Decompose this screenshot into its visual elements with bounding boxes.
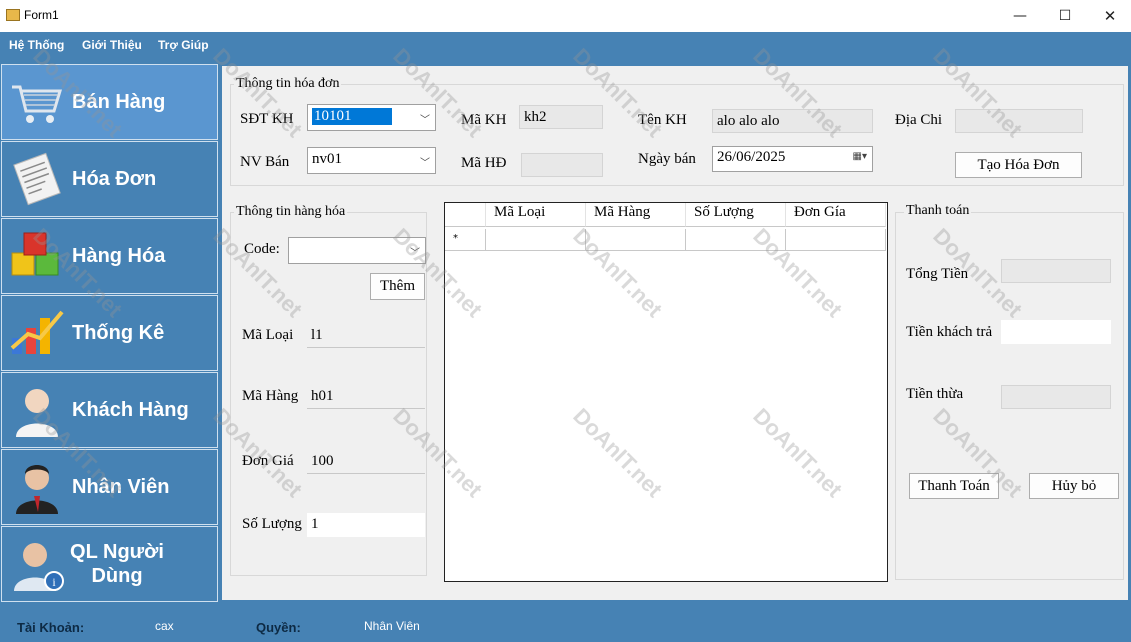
sdt-value: 10101 xyxy=(312,108,392,125)
paid-label: Tiền khách trả xyxy=(906,324,993,340)
column-header-ma-loai[interactable]: Mã Loại xyxy=(486,203,586,227)
boxes-icon xyxy=(11,232,59,276)
cancel-button[interactable]: Hủy bỏ xyxy=(1029,473,1119,499)
makh-field[interactable]: kh2 xyxy=(519,105,603,129)
chart-icon xyxy=(10,310,64,354)
mahd-label: Mã HĐ xyxy=(461,155,507,171)
diachi-label: Địa Chi xyxy=(895,112,943,128)
nvban-combo[interactable]: nv01 ﹀ xyxy=(307,147,436,174)
account-label: Tài Khoản: xyxy=(17,620,85,635)
sdt-label: SĐT KH xyxy=(240,111,294,127)
pay-button[interactable]: Thanh Toán xyxy=(909,473,999,499)
paid-field[interactable] xyxy=(1001,320,1111,344)
goods-info-title: Thông tin hàng hóa xyxy=(234,204,348,220)
invoice-info-title: Thông tin hóa đơn xyxy=(234,76,342,92)
nav-label: Thống Kê xyxy=(72,321,165,344)
sdt-combo[interactable]: 10101 ﹀ xyxy=(307,104,436,131)
nav-khach-hang[interactable]: Khách Hàng xyxy=(1,372,218,448)
makh-label: Mã KH xyxy=(461,112,507,128)
ngayban-value: 26/06/2025 xyxy=(717,149,786,165)
menu-bar: Hệ Thống Giới Thiệu Trợ Giúp xyxy=(0,32,1131,60)
menu-he-thong[interactable]: Hệ Thống xyxy=(9,38,64,52)
nav-ban-hang[interactable]: Bán Hàng xyxy=(1,64,218,140)
table-cell[interactable] xyxy=(586,229,686,251)
table-cell[interactable] xyxy=(486,229,586,251)
nav-label: Hàng Hóa xyxy=(72,244,166,267)
chevron-down-icon[interactable]: ﹀ xyxy=(420,154,430,169)
title-bar: Form1 — ☐ ✕ xyxy=(0,0,1131,32)
nav-label: Nhân Viên xyxy=(72,475,170,498)
soluong-field[interactable]: 1 xyxy=(307,513,425,537)
table-row[interactable]: * xyxy=(445,229,887,251)
menu-tro-giup[interactable]: Trợ Giúp xyxy=(158,38,209,52)
nav-thong-ke[interactable]: Thống Kê xyxy=(1,295,218,371)
mahang-field[interactable]: h01 xyxy=(307,385,425,409)
grid-corner xyxy=(445,203,486,227)
nav-label: QL Người Dùng xyxy=(70,541,164,587)
nav-label: Bán Hàng xyxy=(72,90,166,113)
change-field[interactable] xyxy=(1001,385,1111,409)
close-button[interactable]: ✕ xyxy=(1087,0,1131,32)
diachi-field[interactable] xyxy=(955,109,1083,133)
change-label: Tiền thừa xyxy=(906,386,964,402)
shopping-cart-icon xyxy=(12,85,63,123)
app-icon xyxy=(6,9,20,21)
maloai-field[interactable]: l1 xyxy=(307,324,425,348)
chevron-down-icon[interactable]: ﹀ xyxy=(410,244,420,259)
dongia-label: Đơn Giá xyxy=(242,453,294,469)
code-label: Code: xyxy=(244,241,280,257)
mahang-label: Mã Hàng xyxy=(242,388,299,404)
nvban-label: NV Bán xyxy=(240,154,290,170)
soluong-label: Số Lượng xyxy=(242,516,302,532)
mahd-field[interactable] xyxy=(521,153,603,177)
role-value: Nhân Viên xyxy=(364,619,420,633)
column-header-ma-hang[interactable]: Mã Hàng xyxy=(586,203,686,227)
dongia-field[interactable]: 100 xyxy=(307,450,425,474)
ngayban-date-picker[interactable]: 26/06/2025 ▦▾ xyxy=(712,146,873,172)
column-header-don-gia[interactable]: Đơn Gía xyxy=(786,203,886,227)
window-title: Form1 xyxy=(24,8,59,22)
total-label: Tổng Tiền xyxy=(906,266,969,282)
status-bar: Tài Khoản: cax Quyền: Nhân Viên xyxy=(0,606,1131,642)
calendar-icon[interactable]: ▦▾ xyxy=(853,151,867,162)
minimize-button[interactable]: — xyxy=(997,0,1043,32)
nvban-value: nv01 xyxy=(312,151,342,167)
role-label: Quyền: xyxy=(256,620,301,635)
nav-label: Hóa Đơn xyxy=(72,167,157,190)
nav-hang-hoa[interactable]: Hàng Hóa xyxy=(1,218,218,294)
column-header-so-luong[interactable]: Số Lượng xyxy=(686,203,786,227)
nav-label: Khách Hàng xyxy=(72,398,189,421)
user-admin-icon: i xyxy=(14,543,64,591)
nav-nhan-vien[interactable]: Nhân Viên xyxy=(1,449,218,525)
menu-gioi-thieu[interactable]: Giới Thiệu xyxy=(82,38,142,52)
add-item-button[interactable]: Thêm xyxy=(370,273,425,300)
grid-header: Mã Loại Mã Hàng Số Lượng Đơn Gía xyxy=(445,203,887,227)
total-field[interactable] xyxy=(1001,259,1111,283)
nav-hoa-don[interactable]: Hóa Đơn xyxy=(1,141,218,217)
invoice-icon xyxy=(13,152,61,206)
maloai-label: Mã Loại xyxy=(242,327,294,343)
account-value: cax xyxy=(155,619,174,633)
tenkh-label: Tên KH xyxy=(638,112,687,128)
create-invoice-button[interactable]: Tạo Hóa Đơn xyxy=(955,152,1082,178)
nav-ql-nguoi-dung[interactable]: i QL Người Dùng xyxy=(1,526,218,602)
table-cell[interactable] xyxy=(786,229,886,251)
table-cell[interactable] xyxy=(686,229,786,251)
employee-icon xyxy=(16,465,58,514)
ngayban-label: Ngày bán xyxy=(638,151,696,167)
tenkh-field[interactable]: alo alo alo xyxy=(712,109,873,133)
chevron-down-icon[interactable]: ﹀ xyxy=(420,111,430,126)
customer-icon xyxy=(16,389,58,437)
items-grid[interactable]: Mã Loại Mã Hàng Số Lượng Đơn Gía * xyxy=(444,202,888,582)
code-combo[interactable]: ﹀ xyxy=(288,237,426,264)
payment-title: Thanh toán xyxy=(904,203,972,219)
new-row-marker: * xyxy=(445,229,486,251)
maximize-button[interactable]: ☐ xyxy=(1042,0,1088,32)
